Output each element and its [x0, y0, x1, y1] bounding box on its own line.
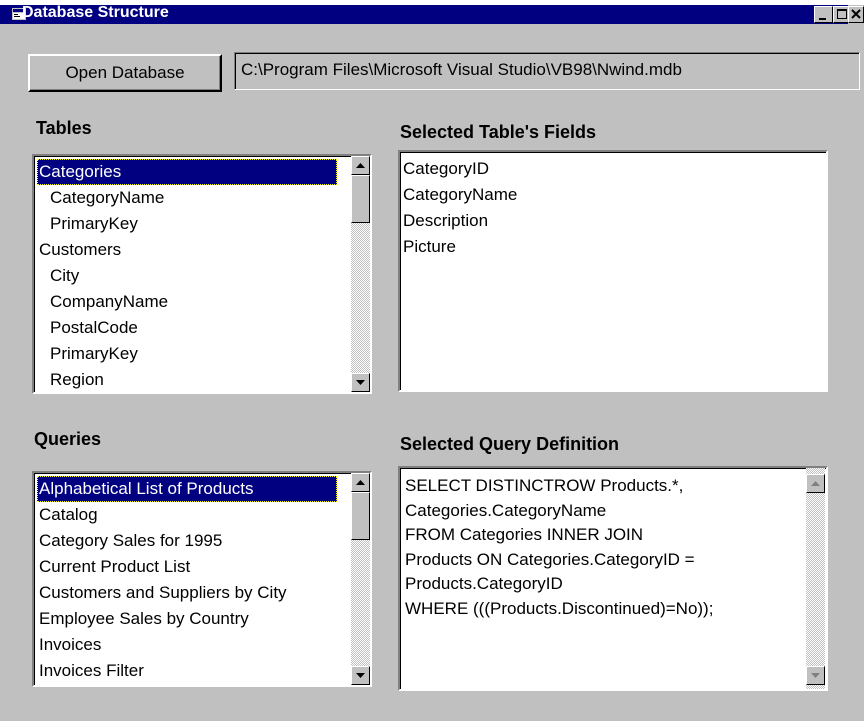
arrow-down-icon: [356, 673, 365, 678]
scroll-thumb[interactable]: [351, 175, 370, 223]
query-list-item[interactable]: Invoices: [37, 632, 337, 658]
query-scrollbar[interactable]: [806, 468, 825, 689]
table-list-item[interactable]: Categories: [37, 159, 337, 185]
minimize-icon: [819, 18, 826, 20]
table-list-item[interactable]: CompanyName: [37, 289, 337, 315]
close-button[interactable]: [848, 6, 864, 23]
queries-label: Queries: [34, 429, 102, 449]
query-list-item[interactable]: Employee Sales by Country: [37, 606, 337, 632]
field-list-item[interactable]: Description: [403, 208, 823, 234]
database-path-field: C:\Program Files\Microsoft Visual Studio…: [234, 52, 860, 90]
table-list-item[interactable]: PostalCode: [37, 315, 337, 341]
close-icon: [851, 9, 861, 19]
scroll-up-button[interactable]: [351, 473, 370, 492]
scroll-down-button[interactable]: [806, 666, 825, 685]
tables-list[interactable]: Categories CategoryName PrimaryKey Customer…: [32, 154, 372, 394]
table-list-item[interactable]: Region: [37, 367, 337, 391]
query-definition-line: Products.CategoryID: [405, 574, 563, 593]
arrow-up-icon: [356, 163, 365, 168]
table-list-item[interactable]: CategoryName: [37, 185, 337, 211]
query-definition-text[interactable]: SELECT DISTINCTROW Products.*, Categories…: [398, 466, 828, 691]
query-definition-line: Products ON Categories.CategoryID =: [405, 549, 695, 569]
window-title: Database Structure: [22, 4, 169, 21]
queries-scrollbar[interactable]: [351, 473, 370, 685]
scroll-down-button[interactable]: [351, 373, 370, 392]
fields-items: CategoryID CategoryName Description Picture: [403, 156, 823, 390]
arrow-down-icon: [356, 380, 365, 385]
query-definition-lines: SELECT DISTINCTROW Products.*, Categories…: [405, 474, 781, 689]
scroll-down-button[interactable]: [351, 666, 370, 685]
queries-items: Alphabetical List of Products Catalog Cate…: [37, 476, 337, 684]
scroll-up-button[interactable]: [351, 156, 370, 175]
table-list-item[interactable]: PrimaryKey: [37, 211, 337, 237]
query-list-item[interactable]: Catalog: [37, 502, 337, 528]
arrow-down-icon: [811, 673, 820, 678]
query-list-item[interactable]: Alphabetical List of Products: [37, 476, 337, 502]
open-database-button[interactable]: Open Database: [28, 54, 222, 92]
query-definition-line: Categories.CategoryName: [405, 500, 607, 520]
arrow-up-icon: [811, 481, 820, 486]
main-window: Database Structure Open Database C:\Prog…: [0, 0, 864, 721]
tables-items: Categories CategoryName PrimaryKey Customer…: [37, 159, 337, 391]
arrow-up-icon: [356, 480, 365, 485]
queries-list[interactable]: Alphabetical List of Products Catalog Cate…: [32, 471, 372, 687]
scroll-thumb[interactable]: [351, 492, 370, 540]
table-list-item[interactable]: City: [37, 263, 337, 289]
query-definition-line: WHERE (((Products.Discontinued)=No));: [405, 598, 714, 618]
fields-list[interactable]: CategoryID CategoryName Description Picture: [398, 150, 828, 392]
field-list-item[interactable]: CategoryID: [403, 156, 823, 182]
query-list-item[interactable]: Category Sales for 1995: [37, 528, 337, 554]
table-list-item[interactable]: Customers: [37, 237, 337, 263]
title-bar[interactable]: Database Structure: [0, 0, 864, 24]
minimize-button[interactable]: [814, 6, 833, 23]
tables-label: Tables: [36, 118, 92, 138]
tables-scrollbar[interactable]: [351, 156, 370, 392]
table-list-item[interactable]: PrimaryKey: [37, 341, 337, 367]
query-definition-line: SELECT DISTINCTROW Products.*,: [405, 476, 684, 495]
query-list-item[interactable]: Current Product List: [37, 554, 337, 580]
query-definition-label: Selected Query Definition: [400, 434, 620, 454]
query-list-item[interactable]: Invoices Filter: [37, 658, 337, 684]
query-definition-line: FROM Categories INNER JOIN: [405, 525, 644, 544]
field-list-item[interactable]: CategoryName: [403, 182, 823, 208]
scroll-up-button[interactable]: [806, 474, 825, 493]
fields-label: Selected Table's Fields: [400, 122, 597, 142]
field-list-item[interactable]: Picture: [403, 234, 823, 260]
query-list-item[interactable]: Customers and Suppliers by City: [37, 580, 337, 606]
